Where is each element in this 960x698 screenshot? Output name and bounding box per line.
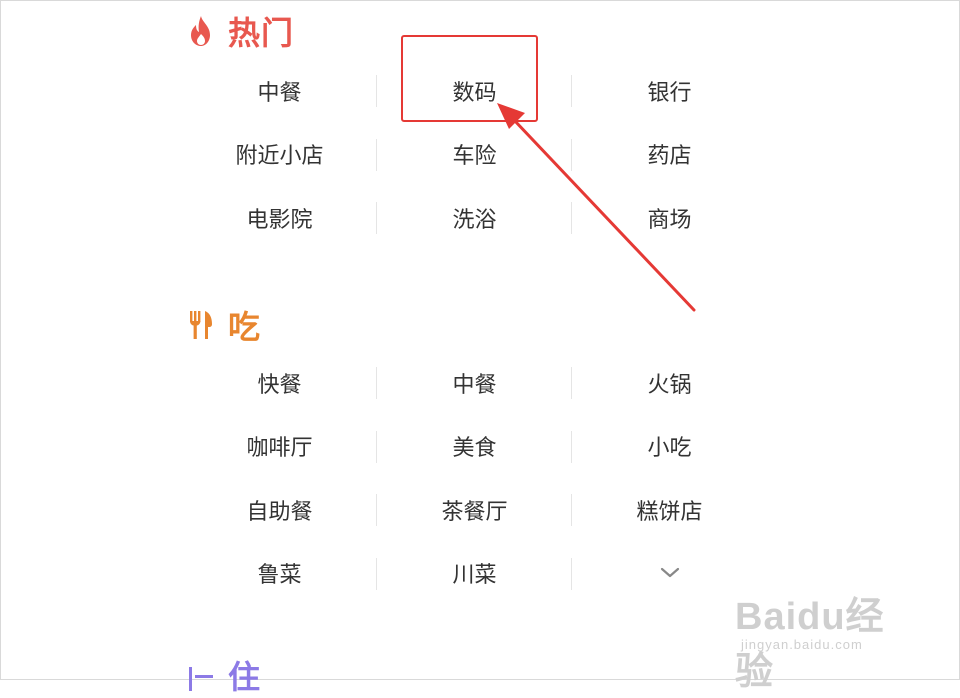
category-item[interactable]: 洗浴: [377, 186, 572, 250]
category-item[interactable]: 火锅: [572, 351, 767, 415]
category-item[interactable]: 咖啡厅: [182, 415, 377, 479]
category-item[interactable]: 中餐: [182, 59, 377, 123]
grid-row: 中餐 数码 银行: [182, 59, 767, 123]
fork-knife-icon: [186, 308, 216, 342]
category-item[interactable]: 糕饼店: [572, 478, 767, 542]
flame-icon: [186, 14, 216, 48]
category-item[interactable]: 美食: [377, 415, 572, 479]
section-title-hot: 热门: [228, 14, 295, 52]
section-title-eat: 吃: [228, 308, 262, 346]
category-item[interactable]: 鲁菜: [182, 542, 377, 606]
chevron-down-icon: [660, 568, 679, 578]
category-item[interactable]: 商场: [572, 186, 767, 250]
grid-row: 自助餐 茶餐厅 糕饼店: [182, 478, 767, 542]
grid-row: 快餐 中餐 火锅: [182, 351, 767, 415]
category-item[interactable]: 快餐: [182, 351, 377, 415]
eat-grid: 快餐 中餐 火锅 咖啡厅 美食 小吃 自助餐 茶餐厅 糕饼店 鲁菜 川菜: [182, 351, 767, 605]
section-header-eat: 吃: [186, 302, 261, 348]
grid-row: 鲁菜 川菜: [182, 542, 767, 606]
category-item[interactable]: 小吃: [572, 415, 767, 479]
category-item-digital[interactable]: 数码: [377, 59, 572, 123]
category-item[interactable]: 电影院: [182, 186, 377, 250]
watermark-url: jingyan.baidu.com: [741, 637, 863, 652]
category-item[interactable]: 车险: [377, 123, 572, 187]
section-header-stay: 住: [186, 652, 261, 698]
category-item[interactable]: 茶餐厅: [377, 478, 572, 542]
baidu-jingyan-watermark: Baidu经验 jingyan.baidu.com: [735, 585, 915, 693]
grid-row: 咖啡厅 美食 小吃: [182, 415, 767, 479]
grid-row: 附近小店 车险 药店: [182, 123, 767, 187]
hot-grid: 中餐 数码 银行 附近小店 车险 药店 电影院 洗浴 商场: [182, 59, 767, 250]
category-item[interactable]: 药店: [572, 123, 767, 187]
bed-icon: [186, 658, 216, 692]
section-header-hot: 热门: [186, 8, 294, 54]
category-item[interactable]: 中餐: [377, 351, 572, 415]
category-item[interactable]: 川菜: [377, 542, 572, 606]
grid-row: 电影院 洗浴 商场: [182, 186, 767, 250]
category-item[interactable]: 附近小店: [182, 123, 377, 187]
section-title-stay: 住: [228, 658, 262, 696]
category-item[interactable]: 银行: [572, 59, 767, 123]
category-item[interactable]: 自助餐: [182, 478, 377, 542]
